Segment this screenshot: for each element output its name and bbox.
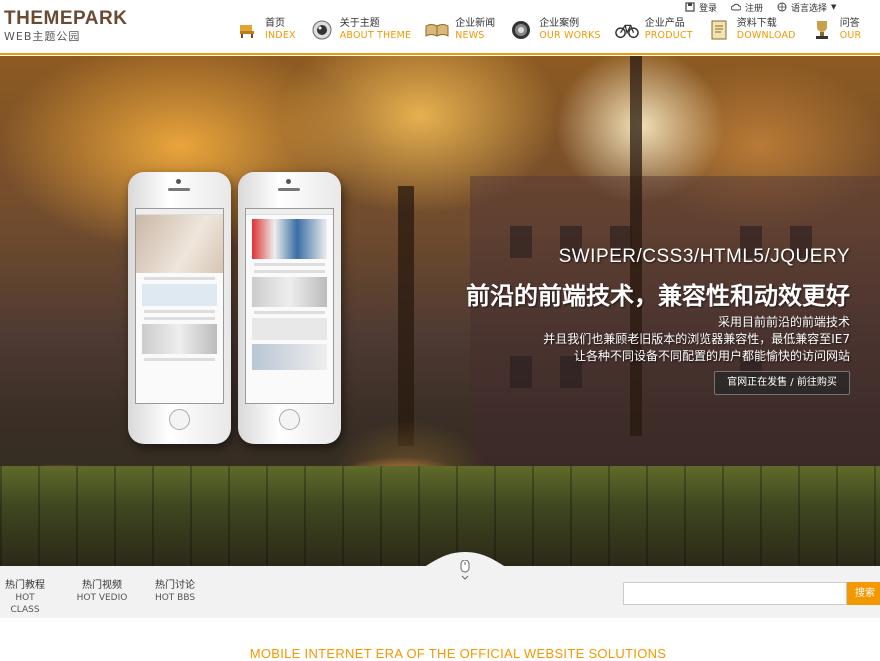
register-label: 注册 xyxy=(745,3,764,14)
caret-down-icon: ▼ xyxy=(831,3,837,11)
hot-label-cn: 热门教程 xyxy=(5,580,45,591)
login-link[interactable]: 登录 xyxy=(685,1,717,14)
nav-item-news[interactable]: 企业新闻 NEWS xyxy=(425,18,495,42)
nav-item-download[interactable]: 资料下载 DOWNLOAD xyxy=(707,18,796,42)
hero-headline-cn: 前沿的前端技术，兼容性和动效更好 xyxy=(466,282,850,310)
nav-label-cn: 企业案例 xyxy=(539,18,580,29)
sub-bar: 热门教程 HOT CLASS 热门视频 HOT VEDIO 热门讨论 HOT B… xyxy=(0,552,880,618)
nav-label-cn: 企业产品 xyxy=(644,18,685,29)
nav-label-cn: 企业新闻 xyxy=(455,18,496,29)
phone-mockup-right xyxy=(238,172,341,444)
search-input[interactable] xyxy=(623,582,847,605)
phone-speaker xyxy=(278,188,300,191)
hot-label-en: HOT CLASS xyxy=(10,593,40,615)
register-link[interactable]: 注册 xyxy=(731,1,763,14)
eye-icon xyxy=(310,18,334,42)
chair-icon xyxy=(235,18,259,42)
book-icon xyxy=(425,18,449,42)
phone-speaker xyxy=(168,188,190,191)
badge-icon xyxy=(509,18,533,42)
nav-label-en: OUR xyxy=(839,30,862,41)
hero-description: 采用目前前沿的前端技术 并且我们也兼顾老旧版本的浏览器兼容性，最低兼容至IE7 … xyxy=(543,314,850,365)
building-window xyxy=(510,356,532,388)
nav-label-en: NEWS xyxy=(455,30,485,41)
language-label: 语言选择 xyxy=(791,3,828,14)
phone-camera xyxy=(286,179,291,184)
globe-icon xyxy=(777,2,787,12)
login-label: 登录 xyxy=(699,3,718,14)
nav-label-cn: 资料下载 xyxy=(736,18,777,29)
phone-home-button xyxy=(169,409,190,430)
hero-banner[interactable]: SWIPER/CSS3/HTML5/JQUERY 前沿的前端技术，兼容性和动效更… xyxy=(0,56,880,566)
hot-label-en: HOT BBS xyxy=(154,593,196,603)
nav-item-product[interactable]: 企业产品 PRODUCT xyxy=(614,18,693,42)
section-title: MOBILE INTERNET ERA OF THE OFFICIAL WEBS… xyxy=(249,646,667,661)
phone-home-button xyxy=(279,409,300,430)
save-icon xyxy=(685,2,695,12)
nav-item-index[interactable]: 首页 INDEX xyxy=(235,18,296,42)
hot-class-link[interactable]: 热门教程 HOT CLASS xyxy=(0,580,50,616)
site-header: THEMEPARK WEB主题公园 登录 注册 语言选择 ▼ 首页INDEX xyxy=(0,0,880,55)
main-nav: 首页 INDEX 关于主题 ABOUT THEME 企业新闻 NEWS 企业案例 OUR… xyxy=(235,18,875,42)
nav-label-en: PRODUCT xyxy=(644,30,693,41)
phone-screen xyxy=(245,208,334,404)
logo-main-text: THEMEPARK xyxy=(4,8,128,29)
nav-item-works[interactable]: 企业案例 OUR WORKS xyxy=(509,18,601,42)
hero-line: 并且我们也兼顾老旧版本的浏览器兼容性，最低兼容至IE7 xyxy=(543,332,850,346)
nav-item-qa[interactable]: 问答 OUR xyxy=(810,18,862,42)
search-button[interactable]: 搜索 xyxy=(847,582,880,605)
mouse-icon xyxy=(460,559,470,580)
hero-line: 让各种不同设备不同配置的用户都能愉快的访问网站 xyxy=(573,349,850,363)
nav-label-cn: 关于主题 xyxy=(339,18,380,29)
hot-bbs-link[interactable]: 热门讨论 HOT BBS xyxy=(150,580,200,604)
phone-camera xyxy=(176,179,181,184)
trophy-icon xyxy=(810,18,834,42)
building-window xyxy=(510,226,532,258)
nav-label-en: ABOUT THEME xyxy=(339,30,412,41)
hero-line: 采用目前前沿的前端技术 xyxy=(717,315,850,329)
bicycle-icon xyxy=(614,18,639,42)
nav-label-cn: 问答 xyxy=(839,18,860,29)
nav-label-en: INDEX xyxy=(265,30,296,41)
hot-label-cn: 热门视频 xyxy=(82,580,122,591)
topbar: 登录 注册 语言选择 ▼ xyxy=(685,0,837,14)
tree-trunk xyxy=(398,186,414,446)
nav-item-about[interactable]: 关于主题 ABOUT THEME xyxy=(310,18,411,42)
hot-label-cn: 热门讨论 xyxy=(155,580,195,591)
scroll-down-button[interactable] xyxy=(456,559,474,590)
language-select[interactable]: 语言选择 ▼ xyxy=(777,0,837,14)
hot-video-link[interactable]: 热门视频 HOT VEDIO xyxy=(74,580,130,604)
buy-now-button[interactable]: 官网正在发售 / 前往购买 xyxy=(714,371,850,395)
nav-label-en: DOWNLOAD xyxy=(736,30,796,41)
logo[interactable]: THEMEPARK WEB主题公园 xyxy=(4,8,128,44)
stone-wall xyxy=(0,466,880,566)
nav-label-en: OUR WORKS xyxy=(539,30,601,41)
hero-headline-en: SWIPER/CSS3/HTML5/JQUERY xyxy=(558,246,850,267)
cloud-icon xyxy=(731,3,742,11)
logo-sub-text: WEB主题公园 xyxy=(4,30,81,43)
phone-mockup-left xyxy=(128,172,231,444)
phone-screen xyxy=(135,208,224,404)
document-icon xyxy=(707,18,731,42)
hot-label-en: HOT VEDIO xyxy=(76,593,128,603)
nav-label-cn: 首页 xyxy=(265,18,285,29)
